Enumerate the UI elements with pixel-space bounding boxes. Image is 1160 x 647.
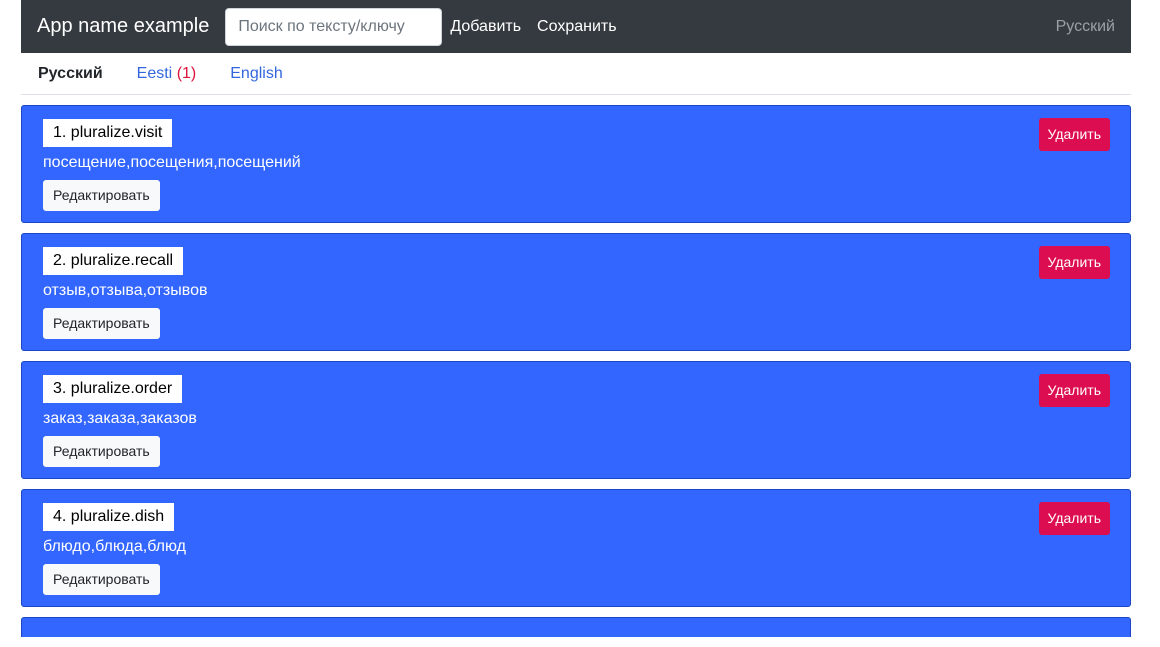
translation-key: 4. pluralize.dish bbox=[43, 503, 175, 531]
tab-label: Русский bbox=[38, 64, 103, 82]
delete-button[interactable]: Удалить bbox=[1038, 374, 1110, 407]
translation-key: 1. pluralize.visit bbox=[43, 119, 173, 147]
translation-card: 4. pluralize.dish блюдо,блюда,блюд Редак… bbox=[21, 489, 1131, 607]
translation-key: 3. pluralize.order bbox=[43, 375, 183, 403]
top-navbar: App name example Добавить Сохранить Русс… bbox=[21, 0, 1131, 53]
tab-estonian[interactable]: Eesti (1) bbox=[137, 65, 197, 83]
delete-button[interactable]: Удалить bbox=[1038, 246, 1110, 279]
translation-card: 2. pluralize.recall отзыв,отзыва,отзывов… bbox=[21, 233, 1131, 351]
search-input[interactable] bbox=[225, 7, 443, 46]
translation-list: 1. pluralize.visit посещение,посещения,п… bbox=[21, 105, 1131, 647]
translation-value: заказ,заказа,заказов bbox=[43, 410, 197, 427]
translation-value: отзыв,отзыва,отзывов bbox=[43, 282, 208, 299]
edit-button[interactable]: Редактировать bbox=[43, 436, 160, 467]
tab-label: English bbox=[230, 64, 283, 82]
tab-label: Eesti bbox=[136, 64, 173, 82]
add-link[interactable]: Добавить bbox=[450, 18, 529, 36]
edit-button[interactable]: Редактировать bbox=[43, 308, 160, 339]
tab-untranslated-count: (1) bbox=[176, 64, 197, 82]
save-link[interactable]: Сохранить bbox=[537, 18, 625, 36]
language-tabs: Русский Eesti (1) English bbox=[21, 53, 1131, 95]
translation-key: 2. pluralize.recall bbox=[43, 247, 184, 275]
delete-button[interactable]: Удалить bbox=[1038, 502, 1110, 535]
translation-value: блюдо,блюда,блюд bbox=[43, 538, 186, 555]
tab-russian[interactable]: Русский bbox=[38, 65, 103, 83]
edit-button[interactable]: Редактировать bbox=[43, 564, 160, 595]
tab-english[interactable]: English bbox=[230, 65, 282, 83]
translation-card-partial bbox=[21, 617, 1131, 637]
edit-button[interactable]: Редактировать bbox=[43, 180, 160, 211]
app-brand[interactable]: App name example bbox=[37, 15, 209, 38]
current-language[interactable]: Русский bbox=[1056, 18, 1115, 36]
translation-card: 1. pluralize.visit посещение,посещения,п… bbox=[21, 105, 1131, 223]
translation-value: посещение,посещения,посещений bbox=[43, 154, 301, 171]
translation-card: 3. pluralize.order заказ,заказа,заказов … bbox=[21, 361, 1131, 479]
delete-button[interactable]: Удалить bbox=[1038, 118, 1110, 151]
